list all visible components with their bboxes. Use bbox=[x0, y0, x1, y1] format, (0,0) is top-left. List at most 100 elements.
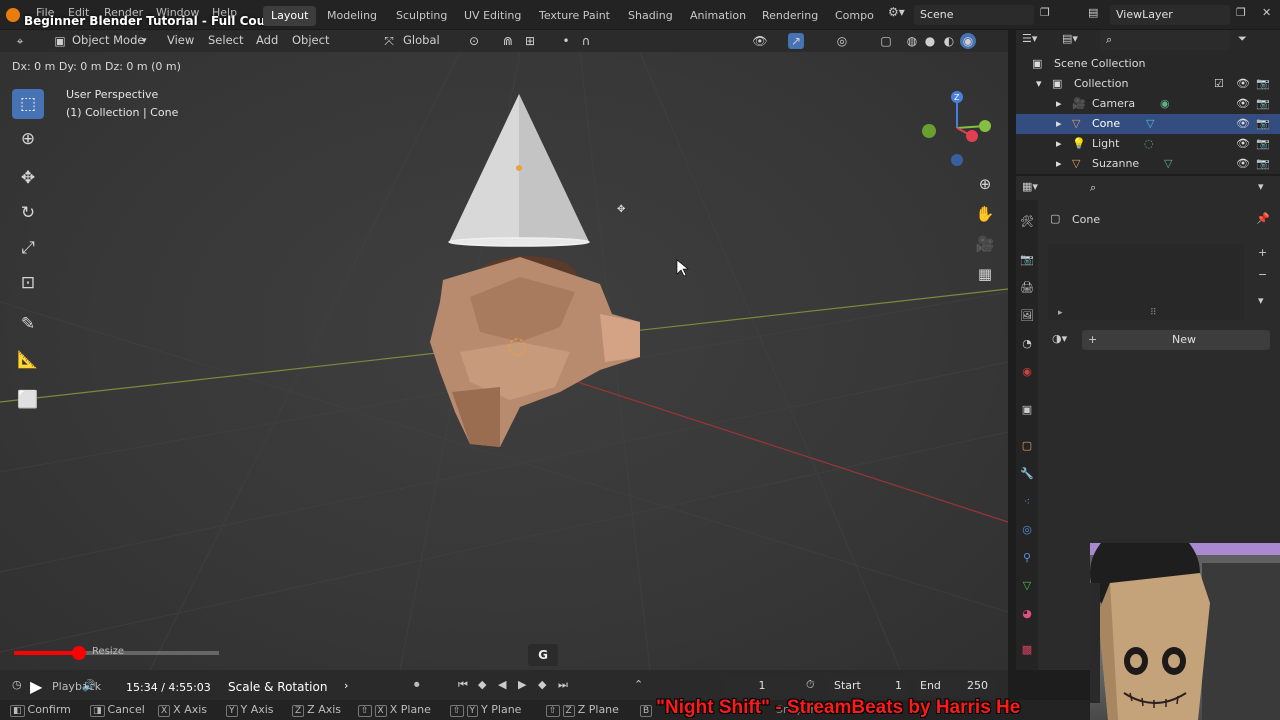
rotate-tool[interactable]: ↻ bbox=[12, 198, 44, 228]
scene-tab-icon[interactable]: ◔ bbox=[1018, 334, 1036, 352]
particles-tab-icon[interactable]: ⁖ bbox=[1018, 492, 1036, 510]
solid-shading-icon[interactable]: ● bbox=[922, 33, 938, 49]
wireframe-shading-icon[interactable]: ◍ bbox=[904, 33, 920, 49]
object-mode-dropdown[interactable]: Object Mode bbox=[72, 33, 144, 47]
outliner-editor-icon[interactable]: ☰▾ bbox=[1022, 32, 1037, 45]
select-menu[interactable]: Select bbox=[208, 33, 243, 47]
eye-icon[interactable]: 👁 bbox=[1236, 117, 1250, 130]
gizmo-toggle-icon[interactable]: ↗ bbox=[788, 33, 804, 49]
outliner-search-input[interactable]: ⌕ bbox=[1100, 30, 1230, 50]
play-icon[interactable]: ▶ bbox=[30, 677, 42, 696]
data-tab-icon[interactable]: ▽ bbox=[1018, 576, 1036, 594]
collection-tab-icon[interactable]: ▣ bbox=[1018, 400, 1036, 418]
jump-start-icon[interactable]: ⏮ bbox=[458, 678, 468, 692]
clock-icon[interactable]: ⏱ bbox=[806, 678, 815, 692]
pan-hand-icon[interactable]: ✋ bbox=[972, 201, 998, 227]
select-box-tool[interactable]: ⬚ bbox=[12, 89, 44, 119]
chevron-down-icon[interactable]: ▾ bbox=[1258, 180, 1264, 193]
move-tool[interactable]: ✥ bbox=[12, 163, 44, 193]
chevron-right-icon[interactable]: › bbox=[344, 679, 348, 692]
expand-arrow-icon[interactable]: ▸ bbox=[1056, 157, 1062, 170]
mesh-data-icon[interactable]: ▽ bbox=[1146, 117, 1154, 130]
pin-icon[interactable]: 📌 bbox=[1256, 212, 1270, 225]
next-keyframe-icon[interactable]: ◆ bbox=[538, 678, 546, 691]
camera-data-icon[interactable]: ◉ bbox=[1160, 97, 1170, 110]
start-frame-field[interactable]: Start 1 bbox=[828, 676, 908, 696]
properties-search-input[interactable]: ⌕ bbox=[1084, 178, 1196, 198]
record-icon[interactable]: ⏺ bbox=[414, 678, 420, 692]
expand-arrow-icon[interactable]: ▾ bbox=[1036, 77, 1042, 90]
add-cube-tool[interactable]: ⬜ bbox=[12, 385, 44, 415]
view-layer-field[interactable]: ViewLayer bbox=[1110, 5, 1230, 25]
light-data-icon[interactable]: ◌ bbox=[1144, 137, 1154, 150]
tab-compositing[interactable]: Compo bbox=[827, 6, 882, 26]
tab-layout[interactable]: Layout bbox=[263, 6, 317, 26]
camera-render-icon[interactable]: 📷 bbox=[1256, 97, 1270, 110]
blender-logo-icon[interactable] bbox=[6, 8, 20, 22]
scene-icon[interactable]: ⚙▾ bbox=[888, 5, 914, 25]
view-layer-icon[interactable]: ▤ bbox=[1088, 6, 1104, 22]
expand-arrow-icon[interactable]: ▸ bbox=[1058, 308, 1063, 318]
object-menu[interactable]: Object bbox=[292, 33, 329, 47]
add-menu[interactable]: Add bbox=[256, 33, 278, 47]
grid-view-icon[interactable]: ▦ bbox=[972, 261, 998, 287]
output-tab-icon[interactable]: 🖨 bbox=[1018, 278, 1036, 296]
outliner-row-camera[interactable]: ▸ 🎥 Camera ◉ 👁 📷 bbox=[1016, 94, 1280, 114]
eye-icon[interactable]: 👁 bbox=[1236, 97, 1250, 110]
expand-arrow-icon[interactable]: ▸ bbox=[1056, 97, 1062, 110]
outliner-row-cone[interactable]: ▸ ▽ Cone ▽ 👁 📷 bbox=[1016, 114, 1280, 134]
render-tab-icon[interactable]: 📷 bbox=[1018, 250, 1036, 268]
camera-render-icon[interactable]: 📷 bbox=[1256, 157, 1270, 170]
material-slot-list[interactable] bbox=[1048, 244, 1244, 320]
transform-tool[interactable]: ⊡ bbox=[12, 268, 44, 298]
new-material-button[interactable]: + New bbox=[1082, 330, 1270, 350]
material-browse-icon[interactable]: ◑▾ bbox=[1052, 332, 1067, 345]
play-reverse-icon[interactable]: ◀ bbox=[498, 678, 506, 691]
pivot-point-icon[interactable]: ⊙ bbox=[466, 33, 482, 49]
checkbox-icon[interactable]: ☑ bbox=[1214, 77, 1224, 90]
material-tab-icon[interactable]: ◕ bbox=[1018, 604, 1036, 622]
play-forward-icon[interactable]: ▶ bbox=[518, 678, 526, 691]
end-frame-field[interactable]: End 250 bbox=[914, 676, 994, 696]
display-mode-icon[interactable]: ▤▾ bbox=[1062, 32, 1078, 45]
material-shading-icon[interactable]: ◐ bbox=[941, 33, 957, 49]
chapter-title[interactable]: Scale & Rotation bbox=[228, 680, 327, 694]
expand-arrow-icon[interactable]: ▸ bbox=[1056, 137, 1062, 150]
camera-render-icon[interactable]: 📷 bbox=[1256, 137, 1270, 150]
chevron-down-icon[interactable]: ▾ bbox=[1258, 294, 1264, 307]
cursor-tool[interactable]: ⊕ bbox=[12, 124, 44, 154]
video-scrubber[interactable] bbox=[72, 646, 86, 660]
tab-rendering[interactable]: Rendering bbox=[754, 6, 826, 26]
overlays-icon[interactable]: ◎ bbox=[834, 33, 850, 49]
volume-icon[interactable]: 🔊 bbox=[82, 679, 96, 692]
camera-view-icon[interactable]: 🎥 bbox=[972, 231, 998, 257]
timeline-editor-icon[interactable]: ◷ bbox=[12, 678, 22, 691]
scale-tool[interactable]: ⤢ bbox=[12, 233, 44, 263]
filter-icon[interactable]: ⏷ bbox=[1238, 32, 1247, 46]
jump-end-icon[interactable]: ⏭ bbox=[558, 678, 568, 692]
mesh-data-icon[interactable]: ▽ bbox=[1164, 157, 1172, 170]
copy-scene-icon[interactable]: ❐ bbox=[1040, 6, 1054, 22]
eye-icon[interactable]: 👁 bbox=[1236, 77, 1250, 90]
eye-icon[interactable]: 👁 bbox=[1236, 157, 1250, 170]
tab-texture-paint[interactable]: Texture Paint bbox=[531, 6, 618, 26]
modifier-tab-icon[interactable]: 🔧 bbox=[1018, 464, 1036, 482]
tab-sculpting[interactable]: Sculpting bbox=[388, 6, 455, 26]
eye-icon[interactable]: 👁 bbox=[1236, 137, 1250, 150]
rendered-shading-icon[interactable]: ◉ bbox=[960, 33, 976, 49]
physics-tab-icon[interactable]: ◎ bbox=[1018, 520, 1036, 538]
zoom-icon[interactable]: ⊕ bbox=[972, 171, 998, 197]
video-title[interactable]: Beginner Blender Tutorial - Full Course bbox=[24, 14, 286, 28]
view-layer-tab-icon[interactable]: 🖼 bbox=[1018, 306, 1036, 324]
tool-tab-icon[interactable]: 🛠 bbox=[1018, 212, 1036, 230]
outliner-row-scene-collection[interactable]: ▣ Scene Collection bbox=[1016, 54, 1280, 74]
snap-icon[interactable]: ⋒ bbox=[500, 33, 516, 49]
outliner-row-suzanne[interactable]: ▸ ▽ Suzanne ▽ 👁 📷 bbox=[1016, 154, 1280, 172]
world-tab-icon[interactable]: ◉ bbox=[1018, 362, 1036, 380]
texture-tab-icon[interactable]: ▩ bbox=[1018, 640, 1036, 658]
constraints-tab-icon[interactable]: ⚲ bbox=[1018, 548, 1036, 566]
resize-handle-icon[interactable]: ⠿ bbox=[1150, 308, 1157, 318]
view-menu[interactable]: View bbox=[167, 33, 194, 47]
remove-view-layer-icon[interactable]: ✕ bbox=[1262, 6, 1276, 22]
3d-viewport[interactable]: ✥ Z bbox=[0, 52, 1008, 670]
